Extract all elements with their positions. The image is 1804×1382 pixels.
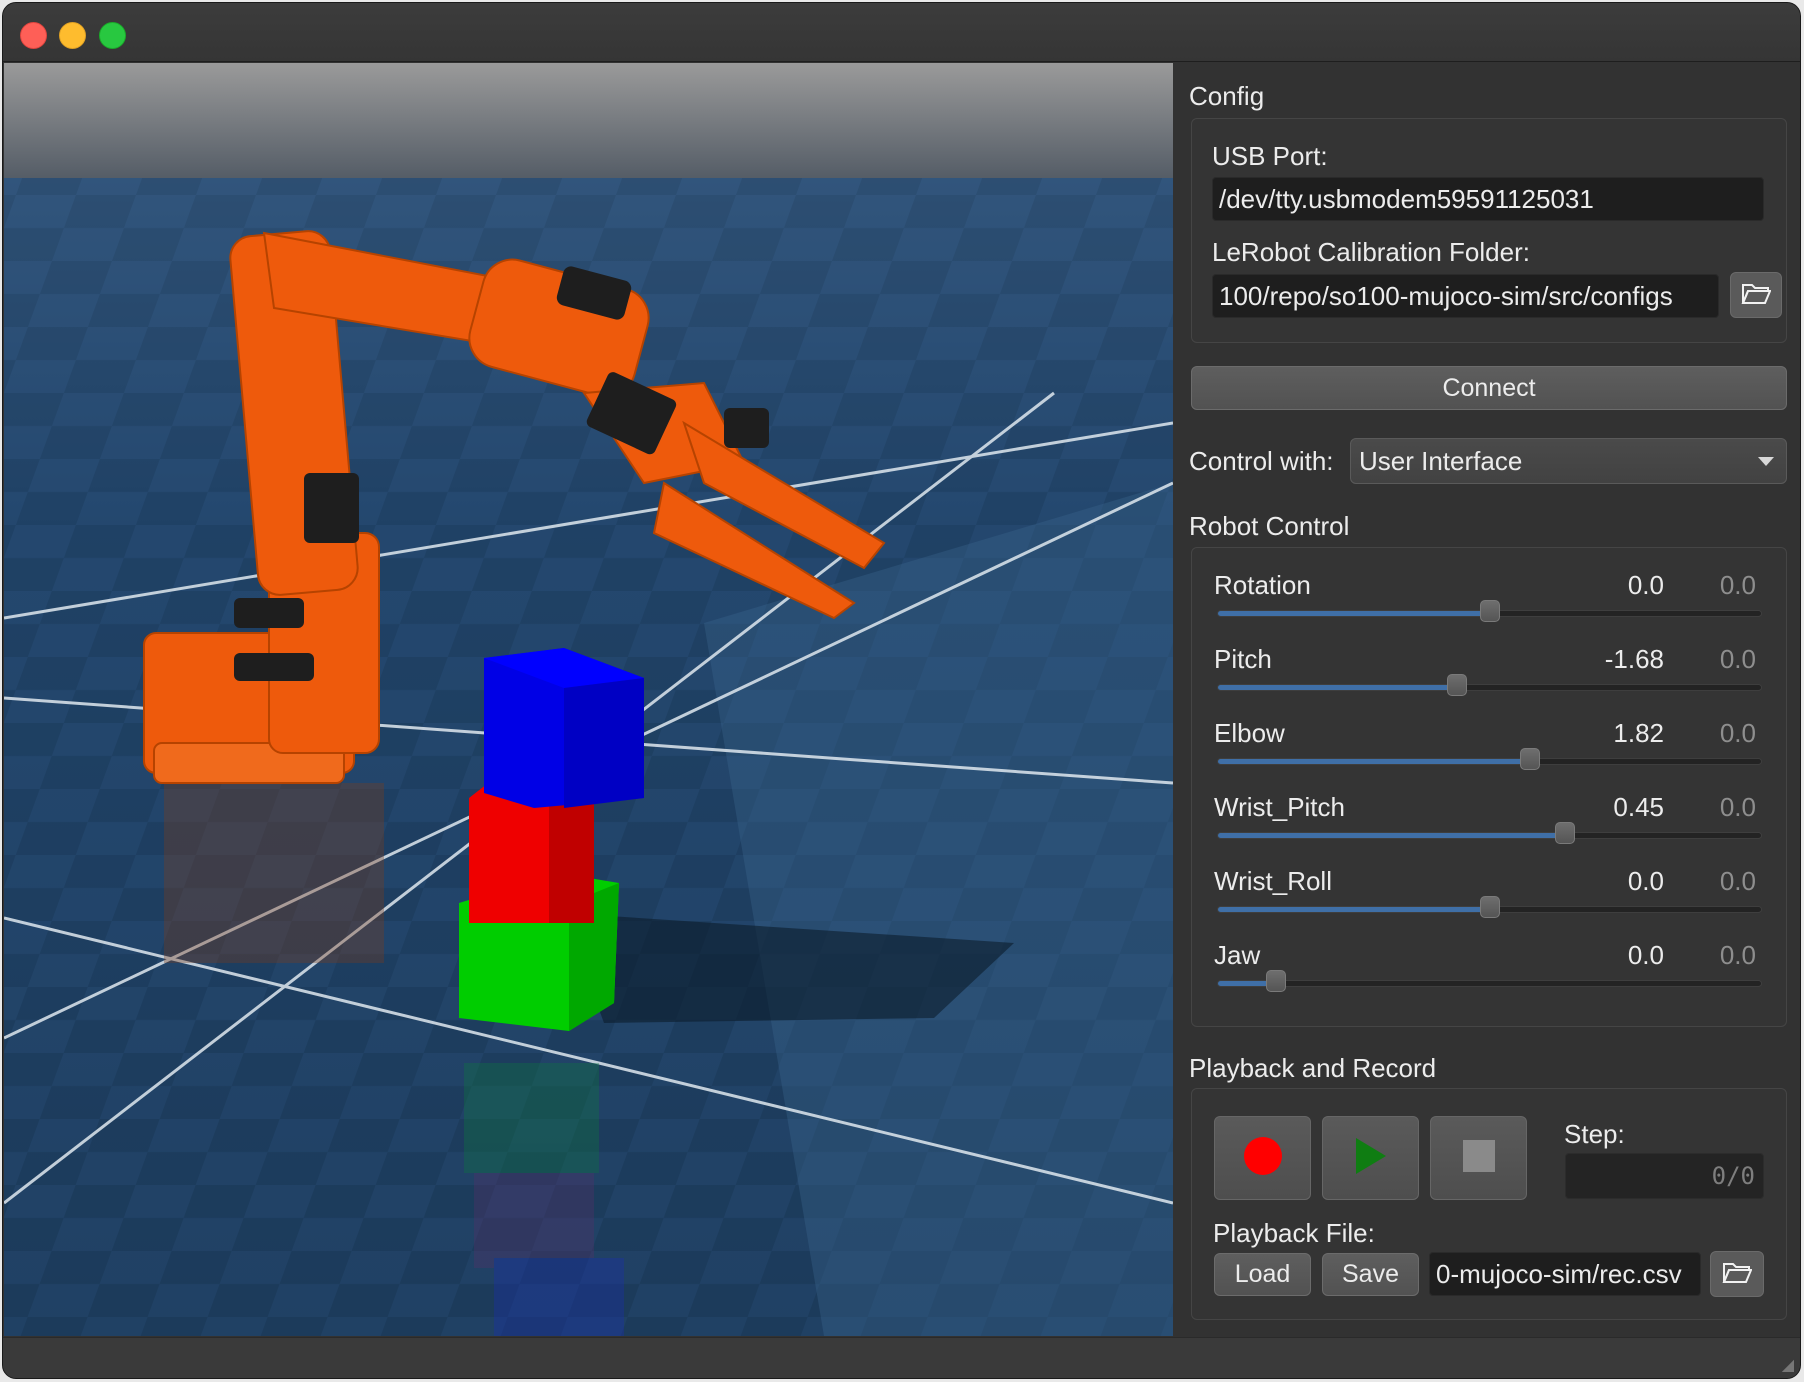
joint-slider-fill [1218,833,1565,838]
app-window: Config USB Port: /dev/tty.usbmodem595911… [2,2,1801,1379]
joint-name: Wrist_Roll [1214,866,1332,896]
joint-slider-handle[interactable] [1479,600,1500,622]
joint-target: 0.0 [1719,866,1756,896]
record-icon [1243,1136,1283,1181]
folder-open-icon [1722,1260,1753,1289]
joint-target: 0.0 [1719,570,1756,600]
playback-record-title: Playback and Record [1189,1053,1437,1083]
config-section-title: Config [1189,81,1265,111]
joint-row: Wrist_Pitch 0.45 0.0 [1192,792,1786,866]
joint-value: -1.68 [1604,644,1664,674]
joint-name: Pitch [1214,644,1272,674]
scene-render [4,63,1173,1336]
playback-file-label: Playback File: [1213,1218,1375,1248]
folder-open-icon [1741,281,1772,310]
joint-slider-fill [1218,685,1457,690]
joint-slider-handle[interactable] [1479,896,1500,918]
joint-target: 0.0 [1719,644,1756,674]
joint-value: 1.82 [1613,718,1664,748]
playback-file-input[interactable]: 0-mujoco-sim/rec.csv [1429,1252,1701,1296]
joint-target: 0.0 [1719,718,1756,748]
connect-button[interactable]: Connect [1191,366,1787,410]
status-bar: ◢ [3,1337,1800,1378]
step-counter: 0/0 [1565,1153,1764,1199]
record-button[interactable] [1214,1116,1311,1200]
joint-row: Wrist_Roll 0.0 0.0 [1192,866,1786,940]
joint-row: Pitch -1.68 0.0 [1192,644,1786,718]
joint-target: 0.0 [1719,940,1756,970]
joint-slider-fill [1218,907,1490,912]
title-bar [3,3,1800,62]
joint-name: Rotation [1214,570,1311,600]
joint-value: 0.0 [1627,570,1664,600]
minimize-window-button[interactable] [59,22,86,49]
robot-control-group: Rotation 0.0 0.0 Pitch -1.68 0.0 Elbow 1.82 0.0 W… [1191,547,1787,1027]
joint-slider-track[interactable] [1217,758,1762,765]
save-button[interactable]: Save [1322,1253,1419,1296]
control-with-label: Control with: [1189,446,1334,476]
resize-grip-icon[interactable]: ◢ [1782,1355,1794,1375]
joint-value: 0.0 [1627,940,1664,970]
robot-control-title: Robot Control [1189,511,1350,541]
joint-slider-handle[interactable] [1520,748,1541,770]
play-icon [1354,1136,1388,1181]
calibration-folder-input[interactable]: 100/repo/so100-mujoco-sim/src/configs [1212,274,1719,318]
joint-row: Rotation 0.0 0.0 [1192,570,1786,644]
joint-slider-fill [1218,759,1531,764]
usb-port-input[interactable]: /dev/tty.usbmodem59591125031 [1212,177,1764,221]
joint-slider-track[interactable] [1217,980,1762,987]
config-group: USB Port: /dev/tty.usbmodem59591125031 L… [1191,118,1787,343]
joint-slider-handle[interactable] [1446,674,1467,696]
joint-value: 0.45 [1613,792,1664,822]
joint-row: Jaw 0.0 0.0 [1192,940,1786,1014]
browse-playback-file-button[interactable] [1710,1251,1764,1297]
close-window-button[interactable] [20,22,47,49]
joint-slider-track[interactable] [1217,832,1762,839]
usb-port-label: USB Port: [1212,141,1328,171]
zoom-window-button[interactable] [99,22,126,49]
stop-button[interactable] [1430,1116,1527,1200]
load-button[interactable]: Load [1214,1253,1311,1296]
joint-target: 0.0 [1719,792,1756,822]
stop-icon [1462,1139,1496,1178]
joint-name: Elbow [1214,718,1285,748]
calibration-folder-label: LeRobot Calibration Folder: [1212,237,1530,267]
control-mode-select[interactable]: User Interface [1350,438,1787,484]
chevron-down-icon [1758,457,1774,466]
joint-name: Wrist_Pitch [1214,792,1345,822]
joint-row: Elbow 1.82 0.0 [1192,718,1786,792]
joint-slider-handle[interactable] [1265,970,1286,992]
joint-name: Jaw [1214,940,1261,970]
joint-slider-track[interactable] [1217,684,1762,691]
browse-calibration-button[interactable] [1730,272,1782,318]
simulation-viewport[interactable] [4,63,1173,1336]
joint-slider-fill [1218,611,1490,616]
joint-value: 0.0 [1627,866,1664,896]
joint-slider-handle[interactable] [1554,822,1575,844]
control-mode-value: User Interface [1359,446,1523,476]
step-label: Step: [1564,1119,1625,1149]
play-button[interactable] [1322,1116,1419,1200]
